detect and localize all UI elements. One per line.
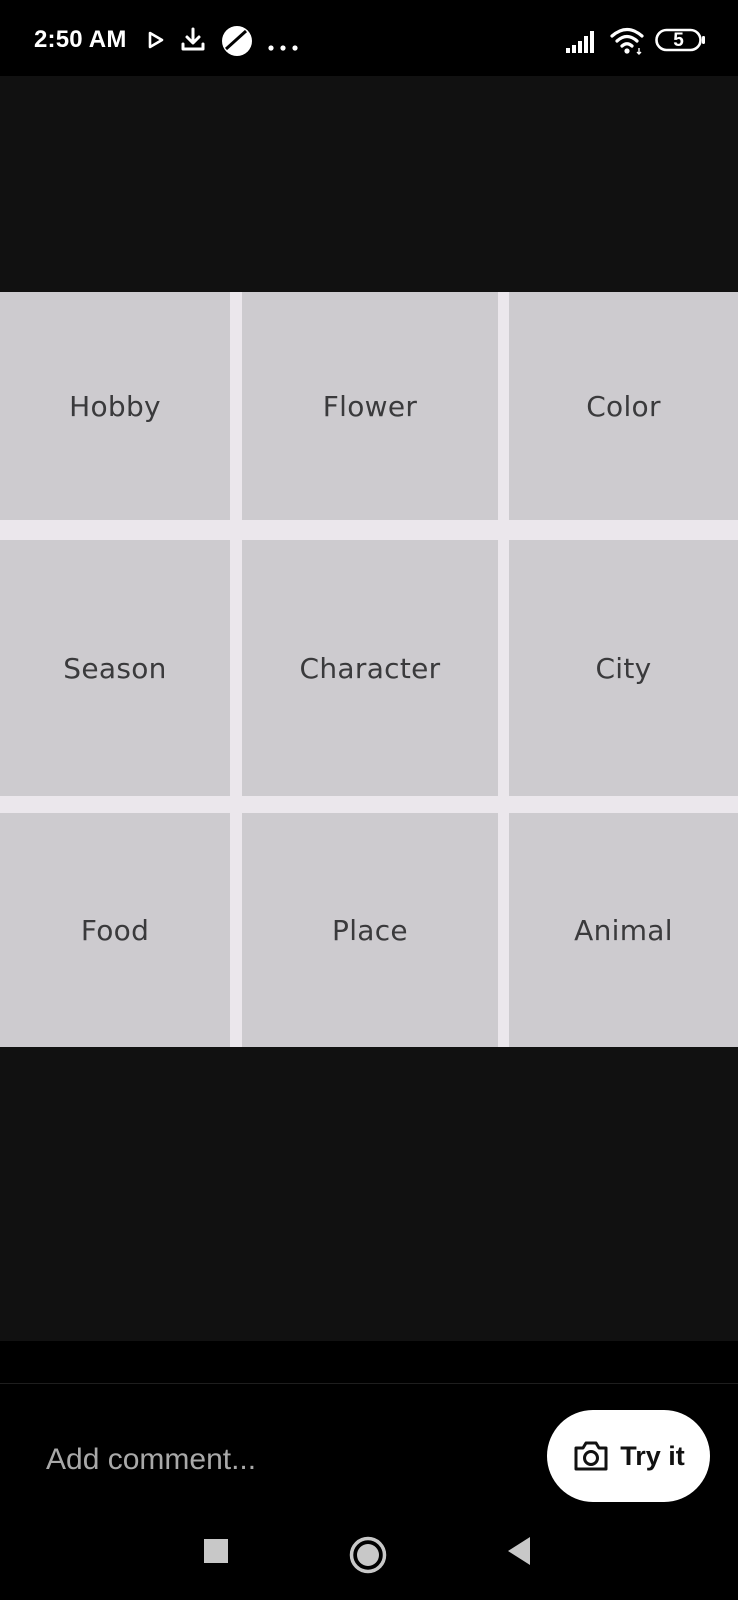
- grid-cell-label: Character: [299, 651, 441, 685]
- grid-cell-label: Season: [63, 651, 167, 685]
- status-time: 2:50 AM: [34, 26, 127, 53]
- grid-cell-label: Flower: [322, 389, 418, 423]
- grid-cell-label: Place: [332, 913, 408, 947]
- grid-cell-label: Color: [586, 389, 661, 423]
- screen: 2:50 AM 5 Hobby Flower Color Season Char…: [0, 0, 738, 1600]
- grid-cell-animal: Animal: [509, 813, 738, 1047]
- comment-input[interactable]: Add comment...: [46, 1438, 446, 1482]
- grid-cell-label: City: [595, 651, 652, 685]
- divider: [0, 1383, 738, 1384]
- grid-cell-city: City: [509, 540, 738, 796]
- grid-cell-label: Animal: [574, 913, 673, 947]
- grid-cell-season: Season: [0, 540, 230, 796]
- battery-level: 5: [673, 30, 684, 51]
- try-it-label: Try it: [620, 1440, 685, 1471]
- browser-icon: [221, 25, 253, 62]
- home-circle-icon[interactable]: [349, 1536, 387, 1579]
- media-top-backdrop: [0, 76, 738, 292]
- signal-icon: [566, 30, 600, 59]
- grid-cell-character: Character: [242, 540, 498, 796]
- wifi-icon: [610, 26, 644, 61]
- post-image-grid[interactable]: Hobby Flower Color Season Character City…: [0, 292, 738, 1047]
- back-triangle-icon[interactable]: [506, 1536, 532, 1571]
- grid-cell-flower: Flower: [242, 292, 498, 520]
- camera-icon: [572, 1439, 610, 1473]
- grid-cell-color: Color: [509, 292, 738, 520]
- status-bar: 2:50 AM 5: [0, 0, 738, 76]
- download-icon: [180, 27, 206, 58]
- grid-cell-label: Food: [80, 913, 150, 947]
- try-it-button[interactable]: Try it: [547, 1410, 710, 1502]
- grid-cell-place: Place: [242, 813, 498, 1047]
- grid-cell-hobby: Hobby: [0, 292, 230, 520]
- play-icon: [148, 31, 164, 54]
- media-bottom-backdrop: [0, 1047, 738, 1341]
- grid-cell-food: Food: [0, 813, 230, 1047]
- more-dots-icon: [268, 38, 298, 56]
- grid-cell-label: Hobby: [69, 389, 161, 423]
- recents-square-icon[interactable]: [203, 1538, 229, 1569]
